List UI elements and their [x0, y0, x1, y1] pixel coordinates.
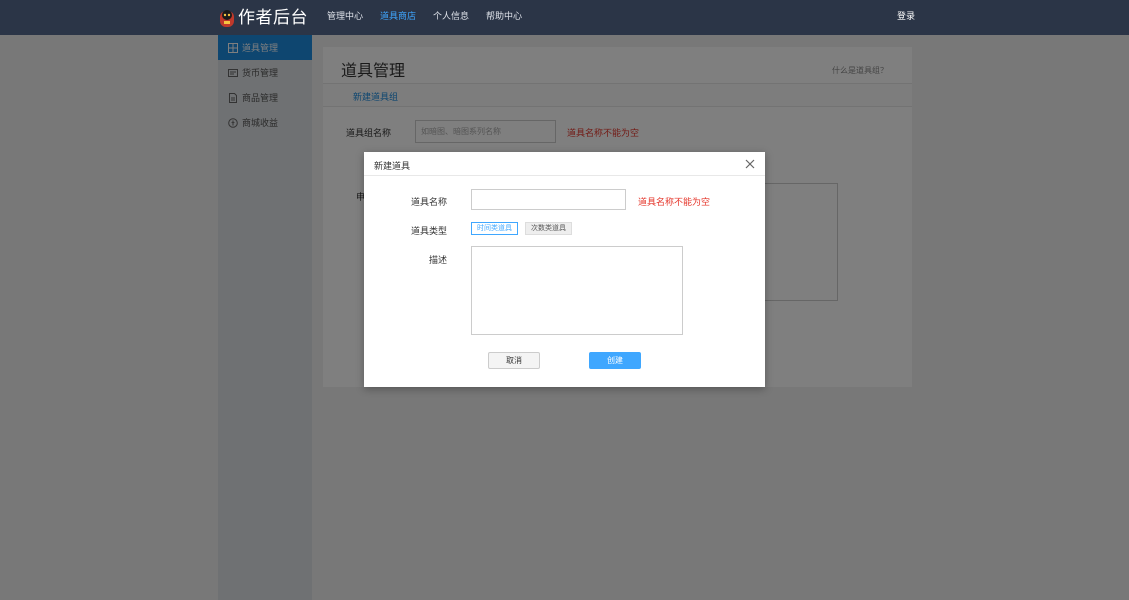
login-link[interactable]: 登录: [897, 0, 915, 35]
brand-title: 作者后台: [238, 8, 308, 28]
nav-item-personal-info[interactable]: 个人信息: [433, 0, 469, 35]
type-option-count-based[interactable]: 次数类道具: [525, 222, 572, 235]
new-item-dialog: 新建道具 道具名称 道具名称不能为空 道具类型 时间类道具 次数类道具 描述 取…: [364, 152, 765, 387]
nav-item-management-center[interactable]: 管理中心: [327, 0, 363, 35]
main-nav: 管理中心 道具商店 个人信息 帮助中心: [327, 0, 539, 35]
dialog-header: 新建道具: [364, 152, 765, 176]
description-textarea[interactable]: [471, 246, 683, 335]
item-name-input[interactable]: [471, 189, 626, 210]
brand-logo-icon: [220, 10, 234, 27]
cancel-button[interactable]: 取消: [488, 352, 540, 369]
item-type-label: 道具类型: [410, 227, 447, 237]
item-name-error: 道具名称不能为空: [638, 198, 711, 208]
type-option-time-based[interactable]: 时间类道具: [471, 222, 518, 235]
dialog-title: 新建道具: [374, 162, 411, 172]
close-icon[interactable]: [744, 158, 756, 170]
brand[interactable]: 作者后台: [218, 6, 308, 30]
nav-item-item-store[interactable]: 道具商店: [380, 0, 416, 35]
item-name-label: 道具名称: [410, 198, 447, 208]
create-button[interactable]: 创建: [589, 352, 641, 369]
top-navbar: 作者后台 管理中心 道具商店 个人信息 帮助中心 登录: [0, 0, 1129, 35]
description-label: 描述: [428, 256, 447, 266]
nav-item-help-center[interactable]: 帮助中心: [486, 0, 522, 35]
